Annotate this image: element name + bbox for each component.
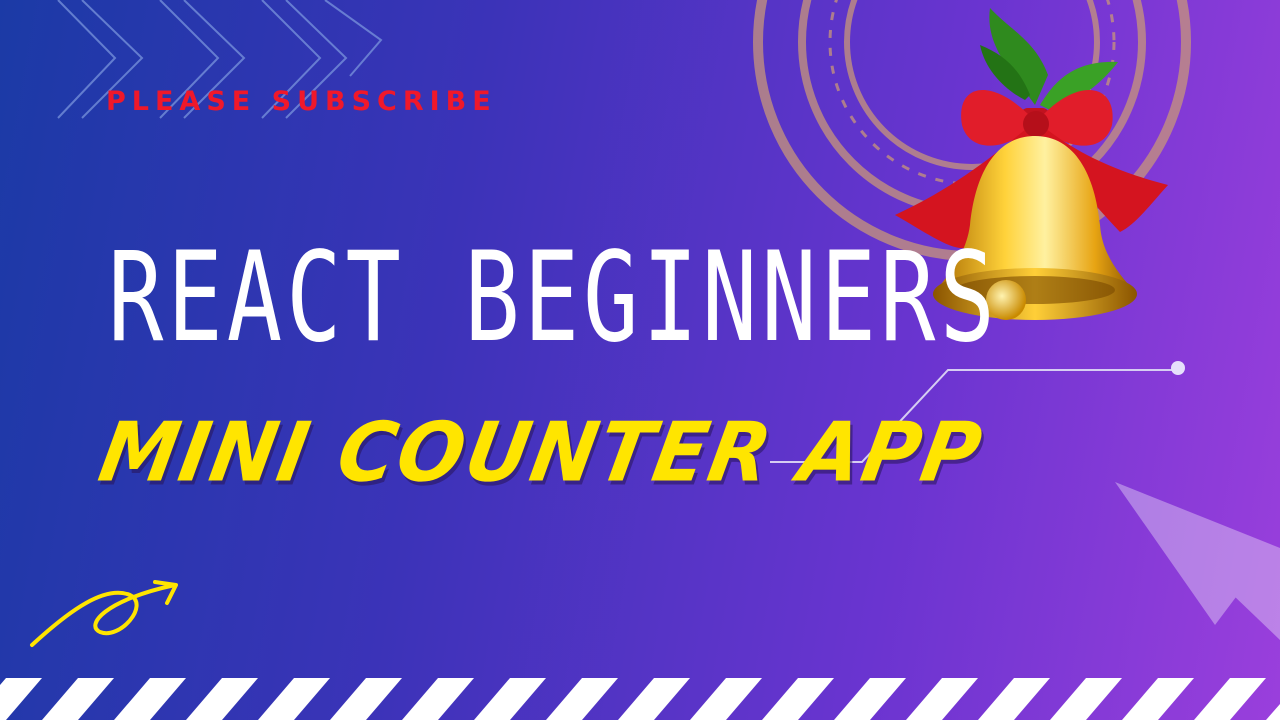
striped-band [0,678,1280,720]
page-subtitle: MINI COUNTER APP [92,405,990,501]
paper-plane-icon [1115,482,1280,640]
subscribe-label: PLEASE SUBSCRIBE [106,86,497,117]
page-title: REACT BEGINNERS [108,225,999,370]
curly-arrow-icon [30,580,178,647]
thumbnail-canvas: PLEASE SUBSCRIBE REACT BEGINNERS MINI CO… [0,0,1280,720]
